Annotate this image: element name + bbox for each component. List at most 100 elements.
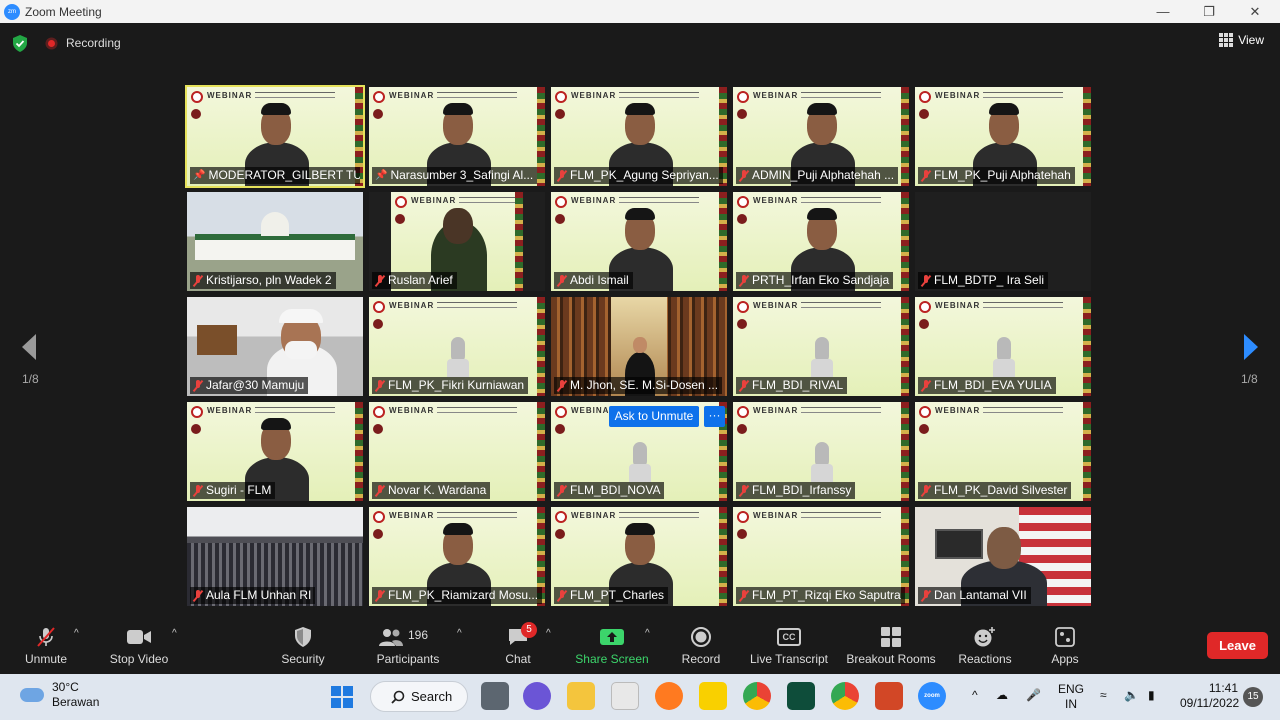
microsoft-store-icon[interactable] (611, 682, 639, 710)
breakout-rooms-button[interactable]: Breakout Rooms (843, 616, 939, 674)
record-label: Record (681, 652, 721, 666)
reactions-button[interactable]: Reactions (955, 616, 1015, 674)
unmute-button[interactable]: Unmute (14, 616, 78, 674)
participant-tile[interactable]: M. Jhon, SE. M.Si-Dosen ... (551, 297, 727, 396)
close-button[interactable]: ✕ (1232, 0, 1278, 23)
participant-tile[interactable]: WEBINAR FLM_PK_Puji Alphatehah (915, 87, 1091, 186)
participant-tile[interactable]: Dan Lantamal VII (915, 507, 1091, 606)
participant-tile[interactable]: Aula FLM Unhan RI (187, 507, 363, 606)
participant-tile[interactable]: WEBINAR FLM_PK_David Silvester (915, 402, 1091, 501)
mic-muted-icon (921, 484, 931, 497)
windows-start-icon[interactable] (330, 685, 354, 709)
webinar-banner-text: WEBINAR (389, 511, 435, 520)
onedrive-cloud-icon[interactable]: ☁ (996, 688, 1008, 702)
restore-button[interactable]: ❐ (1186, 0, 1232, 23)
view-button[interactable]: View (1219, 33, 1264, 47)
volume-icon[interactable]: 🔈 (1124, 688, 1139, 702)
sticky-notes-icon[interactable] (699, 682, 727, 710)
participant-name-tag: 📌 Narasumber 3_Safingi Al... (372, 167, 538, 184)
share-screen-button[interactable]: Share Screen (574, 616, 650, 674)
file-explorer-icon[interactable] (567, 682, 595, 710)
participant-name-tag: Jafar@30 Mamuju (190, 377, 309, 394)
taskbar-search[interactable]: Search (370, 681, 468, 712)
mic-muted-icon (739, 274, 749, 287)
participant-tile[interactable]: WEBINAR FLM_PK_Agung Sepriyan... (551, 87, 727, 186)
camera-off-avatar-icon (447, 337, 469, 377)
view-label: View (1238, 33, 1264, 47)
chrome-icon[interactable] (743, 682, 771, 710)
stop-video-button[interactable]: Stop Video (104, 616, 174, 674)
participant-tile[interactable]: WEBINAR FLM_BDI_RIVAL (733, 297, 909, 396)
mic-muted-icon (375, 484, 385, 497)
participant-tile[interactable]: WEBINAR Abdi Ismail (551, 192, 727, 291)
audio-options-caret-icon[interactable]: ^ (74, 628, 79, 639)
participant-tile[interactable]: WEBINAR FLM_BDI_Irfanssy (733, 402, 909, 501)
record-button[interactable]: Record (676, 616, 726, 674)
taskbar-clock[interactable]: 11:41 09/11/2022 (1180, 681, 1240, 711)
zoom-window: zm Zoom Meeting — ❐ ✕ Recording View WEB… (0, 0, 1280, 720)
participant-tile[interactable]: WEBINAR FLM_BDI_EVA YULIA (915, 297, 1091, 396)
participant-name: FLM_PK_Fikri Kurniawan (388, 378, 525, 392)
participant-tile[interactable]: WEBINAR Novar K. Wardana (369, 402, 545, 501)
next-page-arrow-icon[interactable] (1242, 332, 1262, 362)
ask-to-unmute-button[interactable]: Ask to Unmute (609, 406, 699, 427)
powerpoint-icon[interactable] (875, 682, 903, 710)
participant-tile[interactable]: WEBINAR Ruslan Arief (369, 192, 545, 291)
weather-widget[interactable]: 30°C Berawan (20, 680, 99, 710)
microphone-tray-icon[interactable]: 🎤 (1026, 688, 1041, 702)
more-options-button[interactable]: ··· (704, 406, 725, 427)
participant-tile[interactable]: WEBINAR FLM_PK_Fikri Kurniawan (369, 297, 545, 396)
webinar-banner-text: WEBINAR (571, 196, 617, 205)
task-view-icon[interactable] (481, 682, 509, 710)
participant-tile[interactable]: WEBINAR FLM_PT_Rizqi Eko Saputra (733, 507, 909, 606)
mic-muted-icon (375, 589, 385, 602)
participant-name: FLM_BDI_Irfanssy (752, 483, 852, 497)
participant-tile[interactable]: WEBINAR FLM_PT_Charles (551, 507, 727, 606)
participant-tile[interactable]: Jafar@30 Mamuju (187, 297, 363, 396)
battery-icon[interactable]: ▮ (1148, 688, 1155, 702)
chat-options-caret-icon[interactable]: ^ (546, 628, 551, 639)
chrome-profile-icon[interactable] (831, 682, 859, 710)
firefox-icon[interactable] (655, 682, 683, 710)
chat-button[interactable]: 5 Chat (498, 616, 538, 674)
participant-tile[interactable]: WEBINAR 📌 MODERATOR_GILBERT TU... (185, 85, 365, 188)
leave-button[interactable]: Leave (1207, 632, 1268, 659)
webinar-banner-text: WEBINAR (411, 196, 457, 205)
security-shield-icon[interactable] (12, 35, 28, 52)
security-button[interactable]: Security (273, 616, 333, 674)
participant-tile[interactable]: WEBINAR 📌 Narasumber 3_Safingi Al... (369, 87, 545, 186)
wifi-icon[interactable]: ≈ (1100, 688, 1107, 702)
participants-options-caret-icon[interactable]: ^ (457, 628, 462, 639)
participant-tile[interactable]: Kristijarso, pln Wadek 2 (187, 192, 363, 291)
terminal-app-icon[interactable] (787, 682, 815, 710)
clock-date: 09/11/2022 (1180, 696, 1240, 710)
participant-tile[interactable]: WEBINAR Sugiri - FLM (187, 402, 363, 501)
participant-name: Narasumber 3_Safingi Al... (390, 168, 534, 182)
live-transcript-button[interactable]: CC Live Transcript (746, 616, 832, 674)
participant-tile[interactable]: WEBINAR ADMIN_Puji Alphatehah ... (733, 87, 909, 186)
participant-tile[interactable]: WEBINAR FLM_PK_Riamizard Mosu... (369, 507, 545, 606)
show-hidden-icons-caret-icon[interactable]: ^ (972, 688, 978, 702)
teams-chat-icon[interactable] (523, 682, 551, 710)
share-screen-icon (600, 629, 624, 645)
clock-time: 11:41 (1208, 681, 1238, 695)
participant-name-tag: FLM_PK_David Silvester (918, 482, 1072, 499)
zoom-taskbar-icon[interactable]: zoom (918, 682, 946, 710)
language-indicator[interactable]: ENG IN (1058, 682, 1084, 712)
participant-name-tag: FLM_PT_Charles (554, 587, 669, 604)
participant-name: FLM_PK_Agung Sepriyan... (570, 168, 719, 182)
webinar-banner-text: WEBINAR (571, 91, 617, 100)
minimize-button[interactable]: — (1140, 0, 1186, 23)
video-options-caret-icon[interactable]: ^ (172, 628, 177, 639)
participant-name-tag: Aula FLM Unhan RI (190, 587, 316, 604)
share-options-caret-icon[interactable]: ^ (645, 628, 650, 639)
participants-button[interactable]: 196 Participants (370, 616, 446, 674)
participant-name: Ruslan Arief (388, 273, 453, 287)
notification-count-badge[interactable]: 15 (1243, 687, 1263, 707)
previous-page-arrow-icon[interactable] (18, 332, 38, 362)
participant-tile[interactable]: FLM_BDTP_ Ira Seli (915, 192, 1091, 291)
window-title: Zoom Meeting (25, 4, 102, 19)
participant-name-tag: FLM_BDI_RIVAL (736, 377, 848, 394)
apps-button[interactable]: Apps (1040, 616, 1090, 674)
participant-tile[interactable]: WEBINAR PRTH_Irfan Eko Sandjaja (733, 192, 909, 291)
